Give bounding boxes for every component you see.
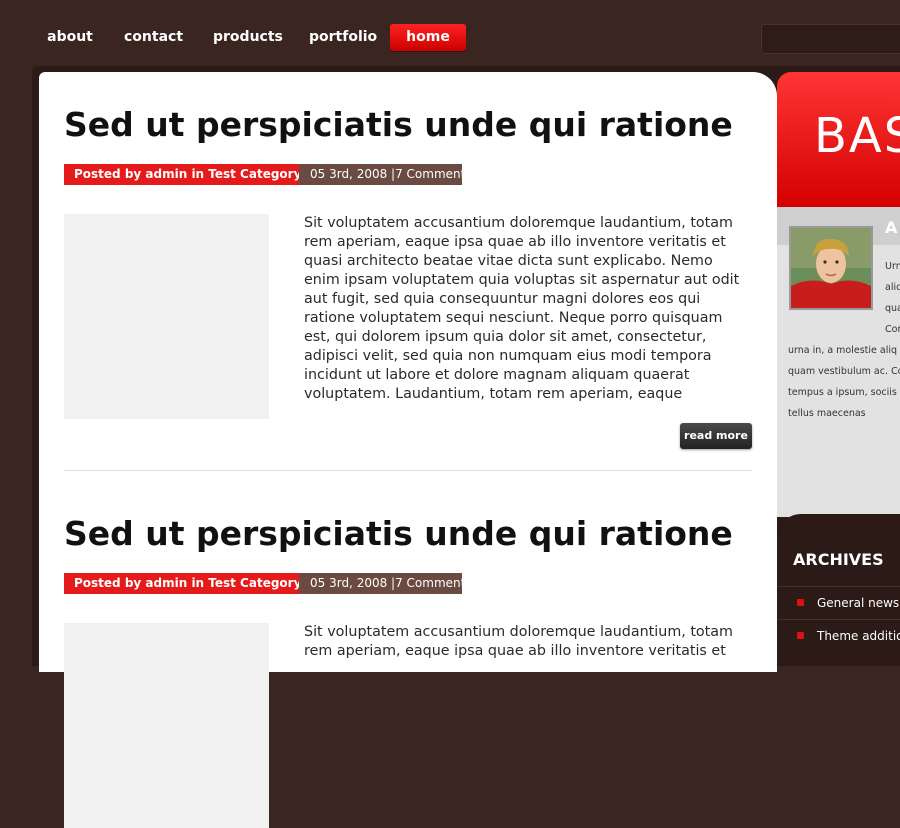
- nav-contact[interactable]: contact: [124, 24, 183, 51]
- archives-heading: ARCHIVES: [793, 550, 884, 569]
- read-more-button[interactable]: read more: [680, 423, 752, 449]
- post-divider: [64, 470, 752, 471]
- nav-home[interactable]: home: [390, 24, 466, 51]
- archive-link[interactable]: Theme addition: [797, 629, 900, 643]
- post-thumbnail: [64, 214, 269, 419]
- post-author[interactable]: Posted by admin in Test Category One: [64, 164, 332, 185]
- search-input[interactable]: [761, 24, 900, 54]
- about-box: A Urn alic qua Cor urna in, a molestie a…: [777, 207, 900, 517]
- divider: [777, 619, 900, 620]
- about-text-line: Urn: [885, 261, 900, 272]
- sidebar-banner: BAS: [777, 72, 900, 207]
- nav-portfolio[interactable]: portfolio: [309, 24, 377, 51]
- post-author[interactable]: Posted by admin in Test Category One: [64, 573, 332, 594]
- nav-products[interactable]: products: [213, 24, 283, 51]
- bullet-icon: [797, 599, 804, 606]
- top-navigation: about contact products portfolio home: [0, 0, 900, 66]
- about-text-line: alic: [885, 282, 900, 293]
- archive-link[interactable]: General news: [797, 596, 899, 610]
- about-text-line: urna in, a molestie aliq: [788, 345, 898, 356]
- about-text-line: tempus a ipsum, sociis n: [788, 387, 900, 398]
- post-thumbnail: [64, 623, 269, 828]
- banner-text: BAS: [814, 108, 900, 164]
- post-excerpt: Sit voluptatem accusantium doloremque la…: [304, 624, 733, 659]
- post-date-comments[interactable]: 05 3rd, 2008 |7 Comments: [299, 573, 472, 594]
- about-heading: A: [885, 218, 898, 237]
- main-content: Sed ut perspiciatis unde qui ratione Pos…: [39, 72, 777, 828]
- divider: [777, 586, 900, 587]
- post-excerpt: Sit voluptatem accusantium doloremque la…: [304, 215, 740, 402]
- post-date-comments[interactable]: 05 3rd, 2008 |7 Comments: [299, 164, 472, 185]
- avatar: [789, 226, 873, 310]
- post-title[interactable]: Sed ut perspiciatis unde qui ratione: [64, 514, 733, 553]
- post-title[interactable]: Sed ut perspiciatis unde qui ratione: [64, 105, 733, 144]
- archives-widget: ARCHIVES General news Theme addition: [777, 514, 900, 650]
- about-text-line: qua: [885, 303, 900, 314]
- nav-about[interactable]: about: [46, 24, 94, 51]
- about-text-line: tellus maecenas: [788, 408, 866, 419]
- about-text-line: Cor: [885, 324, 900, 335]
- about-text-line: quam vestibulum ac. Co: [788, 366, 900, 377]
- bullet-icon: [797, 632, 804, 639]
